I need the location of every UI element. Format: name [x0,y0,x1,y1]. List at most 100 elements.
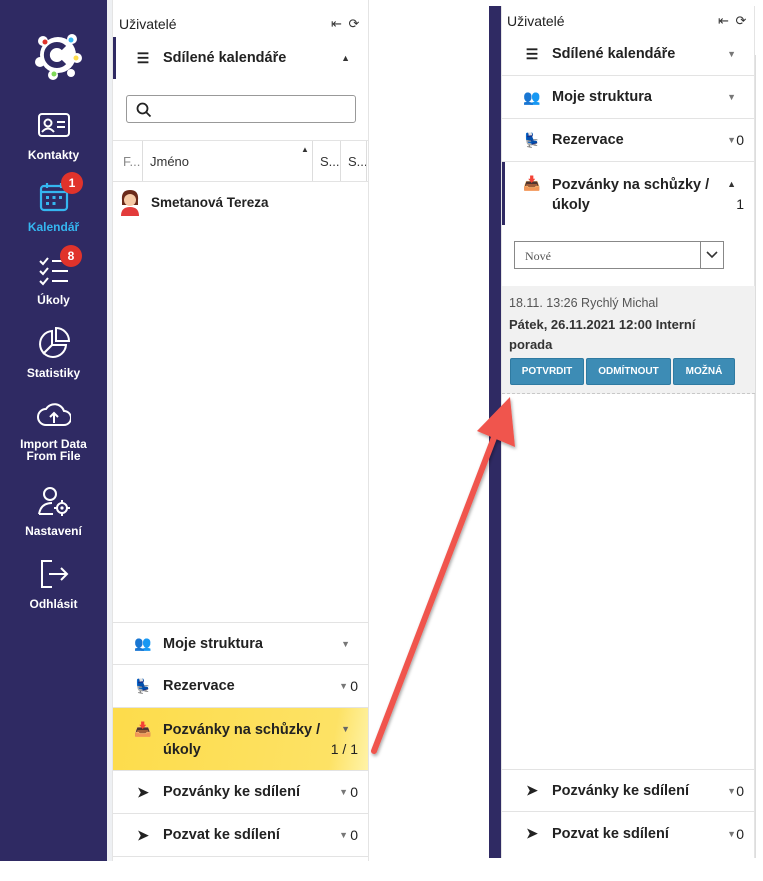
inbox-icon: 📥 [134,721,152,737]
chevron-down-icon[interactable]: ▼ [727,92,736,102]
section-label: Rezervace [163,678,235,694]
refresh-icon[interactable]: ⟳ [736,13,747,28]
background-page-edge [755,55,763,858]
nav-label: Import Data From File [20,437,87,463]
column-divider [340,141,341,181]
nav-item-contacts[interactable]: Kontakty [0,108,107,162]
section-reservations[interactable]: 💺 Rezervace ▼ 0 [113,665,368,708]
chair-icon: 💺 [523,131,541,148]
column-header-f[interactable]: F... [123,154,140,169]
nav-item-logout[interactable]: Odhlásit [0,557,107,611]
chevron-up-icon[interactable]: ▲ [341,53,350,63]
chevron-down-icon[interactable]: ▼ [341,639,350,649]
nav-item-calendar[interactable]: Kalendář [0,180,107,234]
column-divider [312,141,313,181]
section-meeting-invites[interactable]: 📥 Pozvánky na schůzky / úkoly ▼ 1 / 1 [113,708,368,771]
panel-title: Uživatelé [507,13,565,29]
refresh-icon[interactable]: ⟳ [349,16,360,31]
count-badge: 0 [736,825,744,842]
chevron-down-icon[interactable]: ▼ [339,830,348,840]
paper-plane-icon: ➤ [137,783,149,800]
section-shared-calendars[interactable]: ☰ Sdílené kalendáře ▲ [113,37,368,79]
chair-icon: 💺 [134,677,152,694]
panel-header-tools: ⇤ ⟳ [718,13,746,29]
cloud-upload-icon [36,403,71,426]
column-header-s1[interactable]: S... [320,154,340,169]
list-icon: ☰ [525,45,539,62]
chevron-down-icon[interactable]: ▼ [727,786,736,796]
count-badge: 0 [350,784,358,800]
section-reservations[interactable]: 💺 Rezervace ▼ 0 [502,119,754,162]
invite-title: Pátek, 26.11.2021 12:00 Interní porada [509,317,696,352]
count-badge: 0 [350,827,358,843]
chevron-down-icon[interactable]: ▼ [727,829,736,839]
collapse-panel-icon[interactable]: ⇤ [331,16,342,31]
nav-label: Nastavení [25,524,82,538]
users-table-header: F... Jméno ▲ S... S... [113,140,368,182]
section-label: Pozvánky ke sdílení [163,784,301,800]
nav-item-settings[interactable]: Nastavení [0,484,107,538]
users-group-icon: 👥 [134,635,152,651]
invite-meta: 18.11. 13:26 Rychlý Michal [509,296,659,310]
search-icon [136,102,152,118]
section-label-line1: Pozvánky na schůzky / [552,177,710,193]
chevron-down-icon[interactable]: ▼ [727,49,736,59]
section-invite-share[interactable]: ➤ Pozvat ke sdílení ▼ 0 [502,812,754,855]
section-share-invites[interactable]: ➤ Pozvánky ke sdílení ▼ 0 [502,769,754,812]
section-label: Pozvánky ke sdílení [552,782,690,799]
annotation-arrow-icon [371,397,515,754]
column-divider [142,141,143,181]
paper-plane-icon: ➤ [137,826,149,843]
section-meeting-invites[interactable]: 📥 Pozvánky na schůzky / úkoly ▲ 1 [502,162,754,225]
nav-item-tasks[interactable]: Úkoly [0,253,107,307]
pie-chart-icon [38,326,70,358]
section-my-structure[interactable]: 👥 Moje struktura ▼ [502,76,754,119]
chevron-down-icon[interactable]: ▼ [339,787,348,797]
column-header-name[interactable]: Jméno [150,154,189,169]
chevron-down-icon[interactable]: ▼ [341,724,350,734]
confirm-button[interactable]: POTVRDIT [510,358,584,385]
section-label: Pozvat ke sdílení [163,827,280,843]
count-badge: 0 [736,782,744,799]
logout-icon [40,560,68,588]
app-logo-icon[interactable] [31,28,85,82]
section-label-line2: úkoly [552,197,590,213]
sort-asc-icon[interactable]: ▲ [301,145,309,154]
section-label: Sdílené kalendáře [552,46,676,62]
decline-button[interactable]: ODMÍTNOUT [586,358,671,385]
section-label: Sdílené kalendáře [163,50,287,66]
user-search-input[interactable] [126,95,356,123]
user-name: Smetanová Tereza [151,194,269,210]
panel-header-tools: ⇤ ⟳ [331,16,359,32]
user-avatar-icon [121,190,139,216]
count-badge: 1 [736,196,744,212]
section-label: Rezervace [552,132,624,148]
section-share-invites[interactable]: ➤ Pozvánky ke sdílení ▼ 0 [113,771,368,814]
side-navigation: Kontakty Kalendář 1 Úkoly 8 Statistiky I… [0,0,107,861]
chevron-down-icon[interactable] [700,242,723,268]
chevron-down-icon[interactable]: ▼ [727,135,736,145]
nav-item-statistics[interactable]: Statistiky [0,326,107,380]
list-icon: ☰ [136,49,150,66]
column-header-s2[interactable]: S... [348,154,368,169]
collapse-panel-icon[interactable]: ⇤ [718,13,729,28]
inbox-icon: 📥 [523,175,541,191]
count-badge: 0 [350,678,358,694]
chevron-up-icon[interactable]: ▲ [727,179,736,189]
invite-status-select[interactable]: Nové [514,241,724,269]
table-row[interactable]: Smetanová Tereza [119,188,269,216]
section-invite-share[interactable]: ➤ Pozvat ke sdílení ▼ 0 [113,814,368,857]
section-my-structure[interactable]: 👥 Moje struktura ▼ [113,622,368,665]
maybe-button[interactable]: MOŽNÁ [673,358,735,385]
users-group-icon: 👥 [523,88,541,105]
tasks-notification-badge: 8 [60,245,82,267]
nav-item-import[interactable]: Import Data From File [0,398,107,462]
section-label: Pozvánky na schůzky / úkoly [552,175,754,215]
section-shared-calendars[interactable]: ☰ Sdílené kalendáře ▼ [502,33,754,76]
column-divider [366,141,367,181]
meeting-invite-card: 18.11. 13:26 Rychlý Michal Pátek, 26.11.… [502,286,755,394]
right-users-panel: Uživatelé ⇤ ⟳ ☰ Sdílené kalendáře ▼ 👥 Mo… [501,6,755,858]
count-badge: 1 / 1 [330,741,358,757]
chevron-down-icon[interactable]: ▼ [339,681,348,691]
select-value: Nové [525,249,551,263]
